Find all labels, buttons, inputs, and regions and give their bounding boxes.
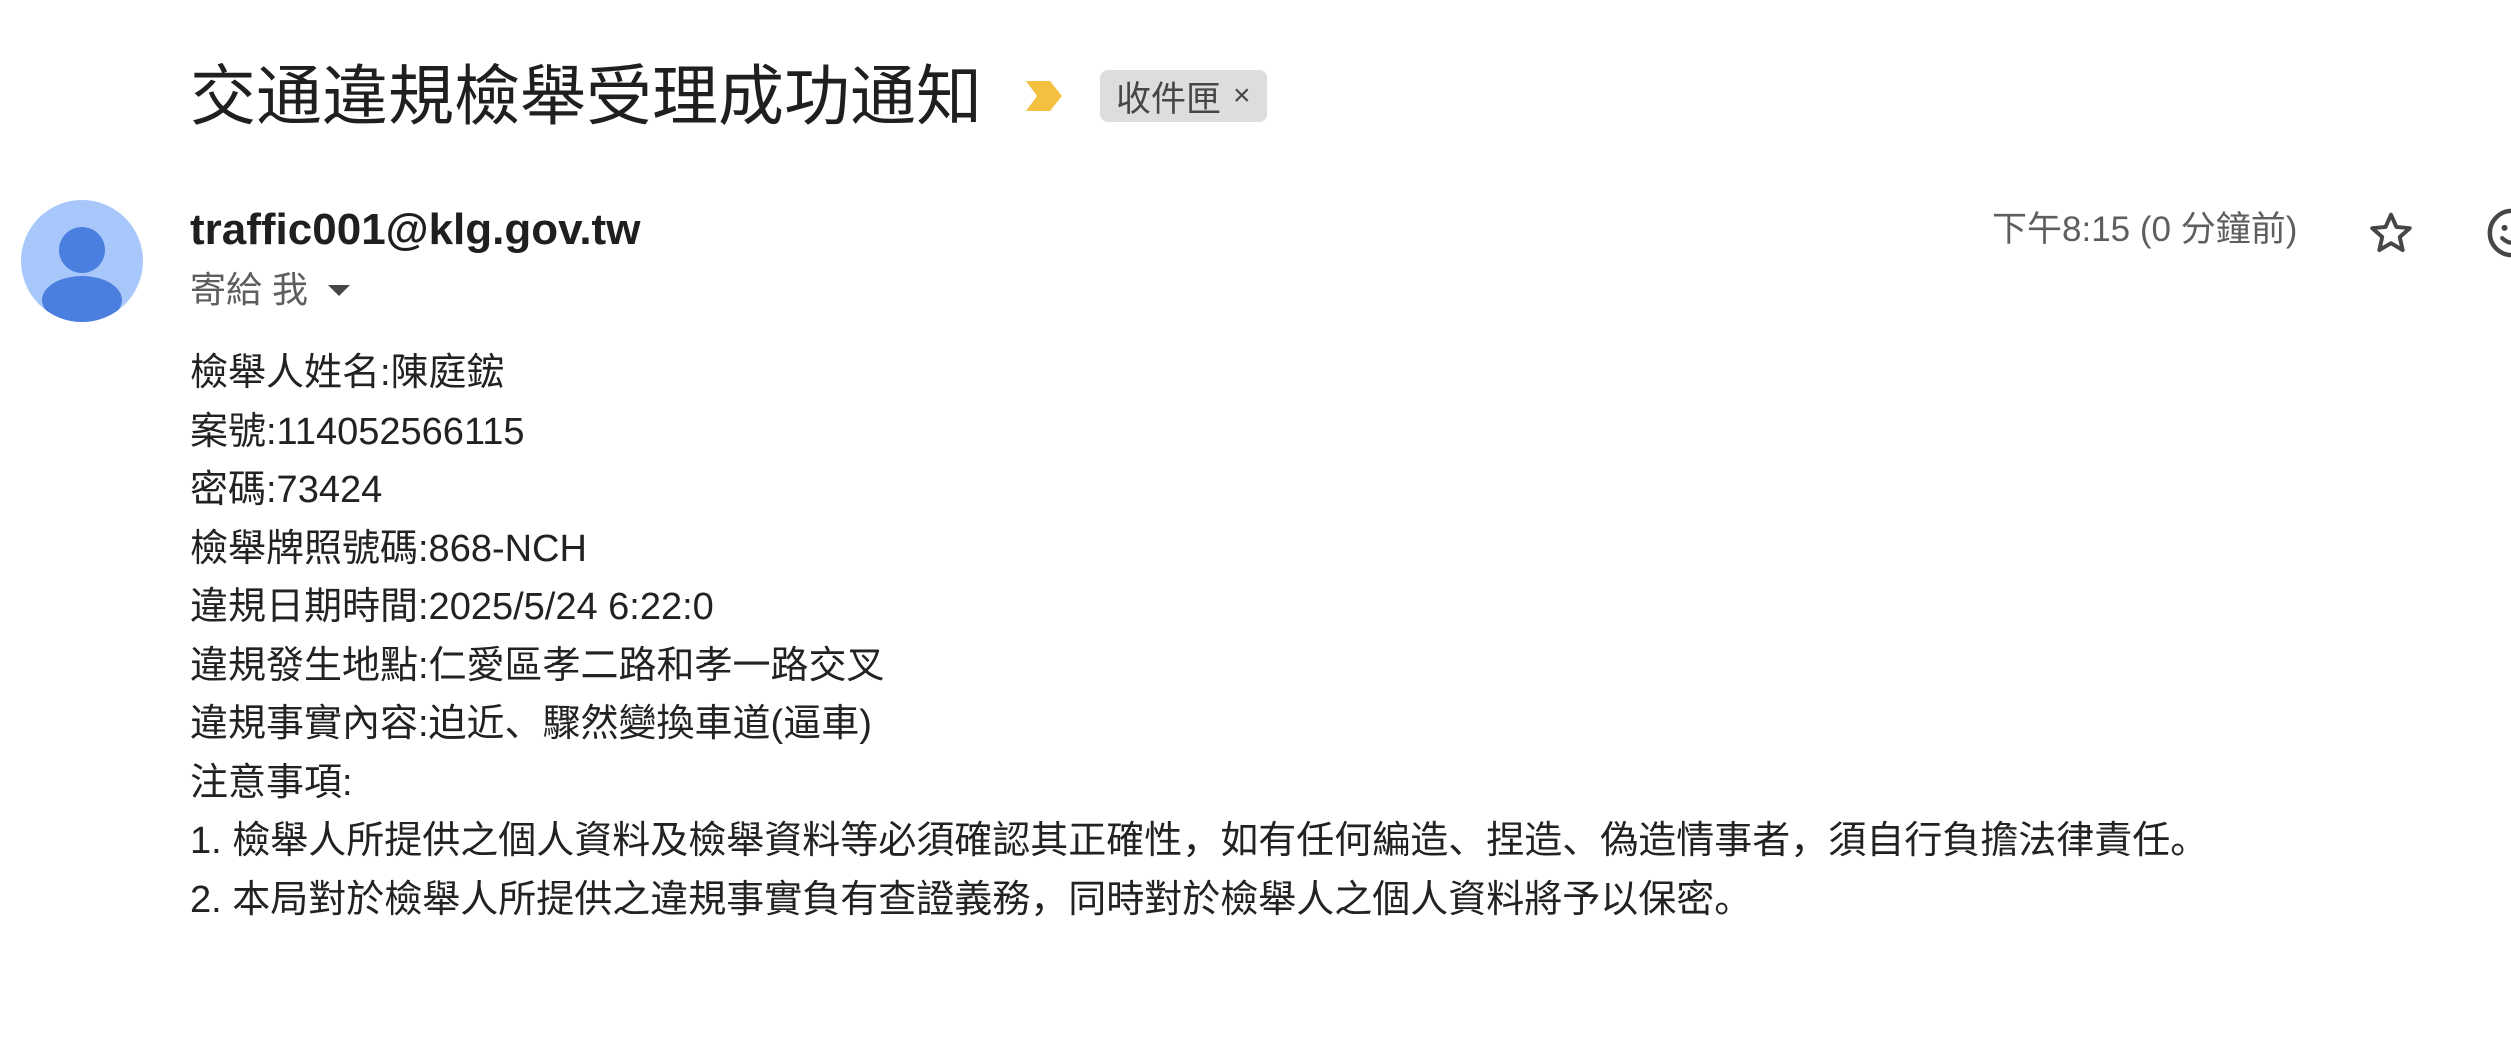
chevron-down-icon[interactable] <box>328 284 351 296</box>
remove-label-button[interactable]: × <box>1233 79 1251 113</box>
body-line: 違規日期時間:2025/5/24 6:22:0 <box>190 586 714 628</box>
body-line: 違規事實內容:迫近、驟然變換車道(逼車) <box>190 703 872 745</box>
body-line: 2. 本局對於檢舉人所提供之違規事實負有查證義務，同時對於檢舉人之個人資料將予以… <box>190 878 1753 921</box>
importance-marker-icon[interactable] <box>1024 79 1064 113</box>
recipient-line: 寄給 我 <box>190 269 309 310</box>
star-icon[interactable] <box>2366 208 2416 258</box>
recipient-details-toggle[interactable]: 寄給 我 <box>190 266 351 314</box>
body-line: 1. 檢舉人所提供之個人資料及檢舉資料等必須確認其正確性，如有任何編造、捏造、偽… <box>190 820 2209 862</box>
body-line: 案號:114052566115 <box>190 410 525 453</box>
email-timestamp: 下午8:15 (0 分鐘前) <box>1992 210 2298 249</box>
body-line: 違規發生地點:仁愛區孝二路和孝一路交叉 <box>190 644 885 687</box>
body-line: 檢舉牌照號碼:868-NCH <box>190 527 587 570</box>
person-avatar-icon <box>42 227 122 322</box>
subject-row: 交通違規檢舉受理成功通知 收件匣 × <box>190 56 1267 136</box>
body-line: 密碼:73424 <box>190 469 383 511</box>
emoji-reaction-icon[interactable] <box>2484 205 2511 261</box>
email-subject: 交通違規檢舉受理成功通知 <box>190 59 982 133</box>
body-line: 檢舉人姓名:陳庭鋐 <box>190 352 505 394</box>
sender-address[interactable]: traffic001@klg.gov.tw <box>190 202 640 258</box>
email-body: 檢舉人姓名:陳庭鋐 案號:114052566115 密碼:73424 檢舉牌照號… <box>190 344 2208 929</box>
inbox-label-text: 收件匣 <box>1116 79 1222 119</box>
sender-avatar[interactable] <box>21 200 143 322</box>
body-line: 注意事項: <box>190 761 353 804</box>
inbox-label-chip: 收件匣 × <box>1100 70 1267 122</box>
